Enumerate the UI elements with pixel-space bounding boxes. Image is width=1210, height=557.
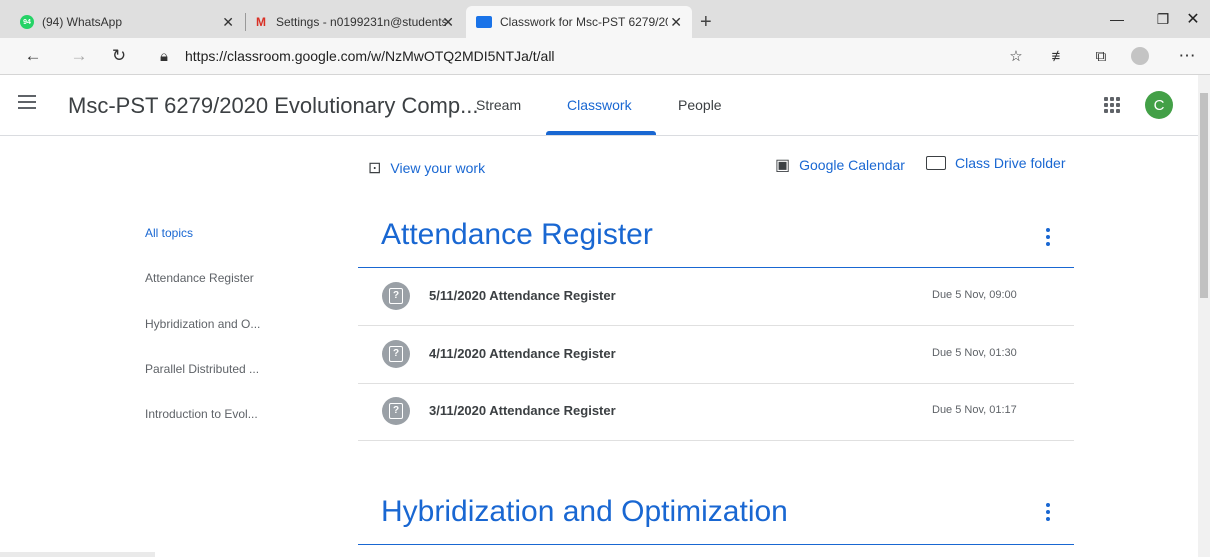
apps-grid-icon[interactable] bbox=[1104, 97, 1120, 113]
classwork-title: 4/11/2020 Attendance Register bbox=[429, 346, 616, 361]
hamburger-menu-icon[interactable] bbox=[18, 95, 36, 109]
tab-classwork[interactable]: Classwork bbox=[567, 97, 632, 113]
whatsapp-icon: 94 bbox=[20, 15, 34, 29]
question-assignment-icon: ? bbox=[382, 340, 410, 368]
close-tab-icon[interactable]: ✕ bbox=[670, 14, 682, 31]
page-scrollbar[interactable] bbox=[1198, 75, 1210, 557]
close-tab-icon[interactable]: ✕ bbox=[222, 14, 234, 31]
course-title[interactable]: Msc-PST 6279/2020 Evolutionary Comp... bbox=[68, 93, 478, 119]
back-arrow-icon[interactable]: ← bbox=[20, 44, 46, 68]
due-date: Due 5 Nov, 01:30 bbox=[932, 347, 1017, 359]
new-tab-button[interactable]: + bbox=[700, 6, 720, 38]
more-vert-icon[interactable] bbox=[1045, 503, 1051, 521]
minimize-icon[interactable]: — bbox=[1094, 0, 1140, 38]
classroom-icon bbox=[476, 16, 492, 28]
view-your-work-link[interactable]: ⊡ View your work bbox=[368, 158, 485, 178]
collections-icon[interactable]: ⧉ bbox=[1088, 44, 1114, 68]
browser-toolbar: ← → ↻ 🔒︎ https://classroom.google.com/w/… bbox=[0, 38, 1210, 75]
refresh-icon[interactable]: ↻ bbox=[106, 44, 132, 68]
active-tab-indicator bbox=[546, 131, 656, 135]
tab-classwork[interactable]: Classwork for Msc-PST 6279/202 ✕ bbox=[466, 6, 692, 38]
list-item[interactable]: ? 3/11/2020 Attendance Register Due 5 No… bbox=[358, 383, 1074, 441]
tab-stream[interactable]: Stream bbox=[476, 97, 521, 113]
browser-tab-strip: 94 (94) WhatsApp ✕ M Settings - n0199231… bbox=[0, 0, 1210, 38]
classroom-header: Msc-PST 6279/2020 Evolutionary Comp... S… bbox=[0, 75, 1198, 136]
sidebar-item-hybridization[interactable]: Hybridization and O... bbox=[145, 317, 260, 331]
folder-icon bbox=[926, 156, 946, 170]
favorites-list-icon[interactable]: ≢ bbox=[1046, 44, 1072, 68]
sidebar-item-attendance-register[interactable]: Attendance Register bbox=[145, 271, 254, 285]
close-tab-icon[interactable]: ✕ bbox=[442, 14, 454, 31]
status-bar bbox=[0, 552, 155, 557]
list-item[interactable]: ? 5/11/2020 Attendance Register Due 5 No… bbox=[358, 268, 1074, 326]
sidebar-item-all-topics[interactable]: All topics bbox=[145, 226, 193, 240]
due-date: Due 5 Nov, 01:17 bbox=[932, 404, 1017, 416]
forward-arrow-icon[interactable]: → bbox=[66, 44, 92, 68]
sidebar-item-introduction[interactable]: Introduction to Evol... bbox=[145, 407, 258, 421]
question-assignment-icon: ? bbox=[382, 282, 410, 310]
topic-title[interactable]: Hybridization and Optimization bbox=[381, 495, 788, 529]
lock-icon: 🔒︎ bbox=[160, 47, 168, 65]
view-your-work-label: View your work bbox=[390, 160, 486, 176]
due-date: Due 5 Nov, 09:00 bbox=[932, 289, 1017, 301]
classwork-title: 5/11/2020 Attendance Register bbox=[429, 288, 616, 303]
classwork-title: 3/11/2020 Attendance Register bbox=[429, 403, 616, 418]
google-calendar-link[interactable]: ▣ Google Calendar bbox=[775, 155, 905, 175]
more-menu-icon[interactable]: ⋯ bbox=[1174, 44, 1200, 68]
class-drive-folder-label: Class Drive folder bbox=[955, 155, 1066, 171]
address-bar-url[interactable]: https://classroom.google.com/w/NzMwOTQ2M… bbox=[185, 48, 555, 64]
sidebar-item-parallel-distributed[interactable]: Parallel Distributed ... bbox=[145, 362, 259, 376]
tab-title: (94) WhatsApp bbox=[42, 15, 123, 29]
tab-gmail-settings[interactable]: M Settings - n0199231n@students ✕ bbox=[246, 6, 464, 38]
topic-divider bbox=[358, 544, 1074, 545]
list-item[interactable]: ? 4/11/2020 Attendance Register Due 5 No… bbox=[358, 326, 1074, 384]
more-vert-icon[interactable] bbox=[1045, 228, 1051, 246]
topic-title[interactable]: Attendance Register bbox=[381, 218, 653, 252]
question-assignment-icon: ? bbox=[382, 397, 410, 425]
close-window-icon[interactable]: ✕ bbox=[1170, 0, 1210, 38]
favorite-star-icon[interactable]: ☆ bbox=[1003, 44, 1029, 68]
class-drive-folder-link[interactable]: Class Drive folder bbox=[926, 155, 1065, 171]
google-calendar-label: Google Calendar bbox=[799, 157, 905, 173]
avatar[interactable]: C bbox=[1145, 91, 1173, 119]
calendar-icon: ▣ bbox=[775, 157, 791, 174]
assignment-ind-icon: ⊡ bbox=[368, 160, 382, 177]
gmail-icon: M bbox=[256, 15, 266, 29]
profile-icon[interactable] bbox=[1127, 44, 1153, 68]
tab-title: Classwork for Msc-PST 6279/202 bbox=[500, 15, 668, 29]
scrollbar-thumb[interactable] bbox=[1200, 93, 1208, 298]
tab-people[interactable]: People bbox=[678, 97, 722, 113]
tab-whatsapp[interactable]: 94 (94) WhatsApp ✕ bbox=[8, 6, 244, 38]
tab-title: Settings - n0199231n@students bbox=[276, 15, 446, 29]
